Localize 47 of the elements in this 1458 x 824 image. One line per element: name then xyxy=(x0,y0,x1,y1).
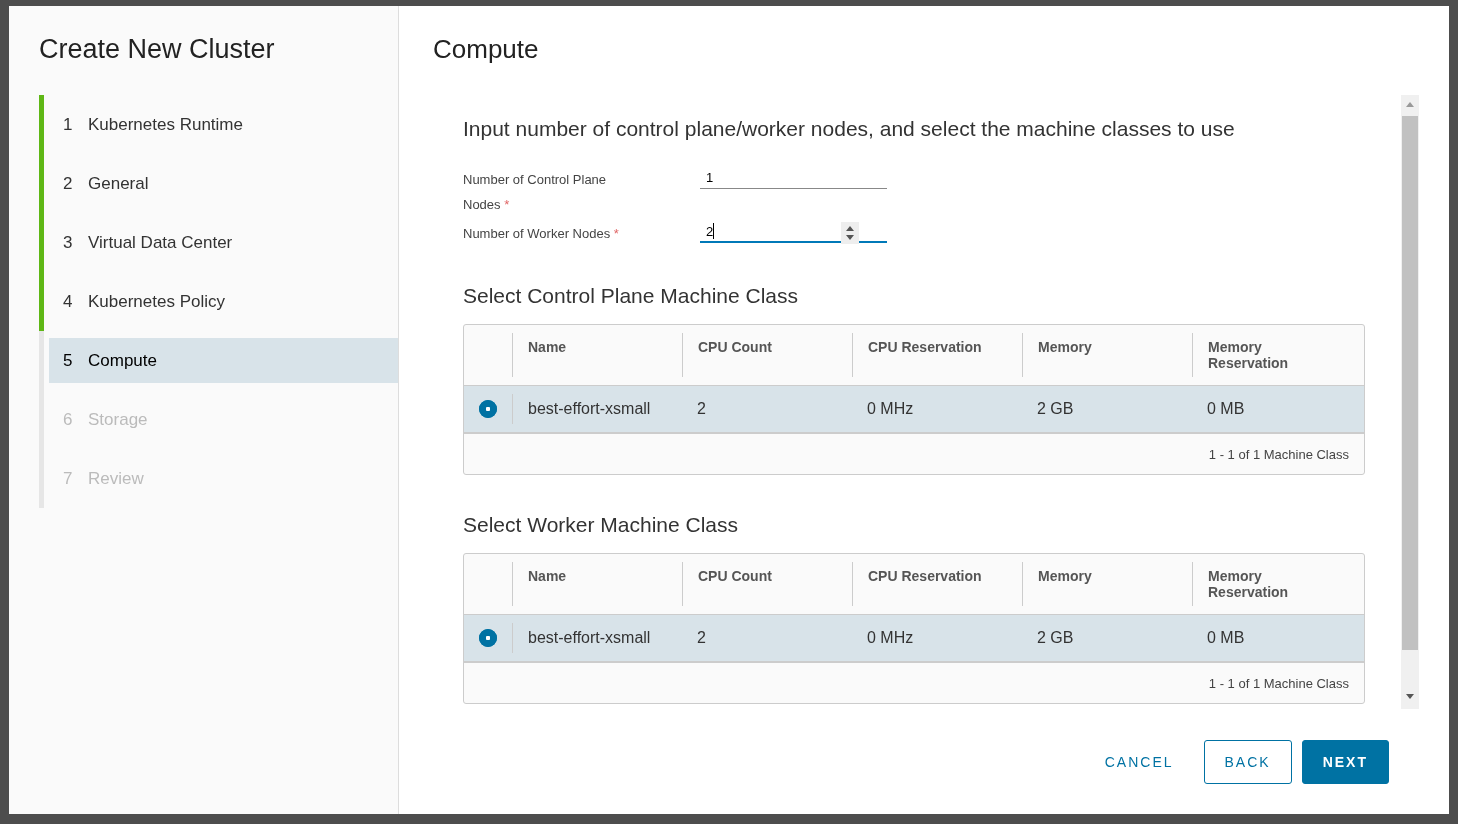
column-header[interactable]: Memory xyxy=(1022,333,1192,377)
wizard-step: 7 Review xyxy=(49,456,398,501)
table-cell-text: 0 MHz xyxy=(866,399,915,419)
scrollbar-drawing[interactable] xyxy=(1401,95,1419,709)
dialog-button[interactable]: BACK xyxy=(1203,739,1292,784)
wizard-step: 6 Storage xyxy=(49,397,398,442)
table-row[interactable]: best-effort-xsmall 2 0 MHz 2 GB 0 MB xyxy=(464,615,1364,663)
pagination-text: 1 - 1 of 1 Machine Class xyxy=(1208,675,1349,691)
table-cell: best-effort-xsmall xyxy=(512,623,682,653)
radio-button[interactable] xyxy=(479,629,497,647)
number-input-field[interactable]: 1 xyxy=(700,167,887,189)
spinner-arrows-icon[interactable] xyxy=(841,222,859,244)
table-cell-text: 2 GB xyxy=(1036,399,1075,419)
page-title: Compute xyxy=(433,34,540,66)
column-header[interactable]: Memory xyxy=(1022,562,1192,606)
intro-text: Input number of control plane/worker nodes, and select the machine classes to use xyxy=(463,117,1236,141)
table-row[interactable]: best-effort-xsmall 2 0 MHz 2 GB 0 MB xyxy=(464,386,1364,434)
column-header[interactable]: Name xyxy=(512,562,682,606)
column-header[interactable]: Memory Reservation xyxy=(1192,333,1362,377)
table-cell-text: 2 GB xyxy=(1036,628,1075,648)
table-cell: best-effort-xsmall xyxy=(512,394,682,424)
dialog-button[interactable]: CANCEL xyxy=(1084,739,1194,784)
wizard-step[interactable]: 3 Virtual Data Center xyxy=(49,220,398,265)
table-cell-text: 0 MHz xyxy=(866,628,915,648)
wizard-step[interactable]: 4 Kubernetes Policy xyxy=(49,279,398,324)
column-header[interactable]: CPU Reservation xyxy=(852,333,1022,377)
column-header[interactable]: CPU Reservation xyxy=(852,562,1022,606)
wizard-step[interactable]: 5 Compute xyxy=(49,338,398,383)
dialog-button[interactable]: NEXT xyxy=(1301,739,1389,784)
wizard-step[interactable]: 1 Kubernetes Runtime xyxy=(49,102,398,147)
table-cell-text: 0 MB xyxy=(1206,628,1246,648)
table-cell-text: 0 MB xyxy=(1206,399,1246,419)
column-header[interactable]: Name xyxy=(512,333,682,377)
radio-button[interactable] xyxy=(479,400,497,418)
table-cell-text: 2 xyxy=(696,628,707,648)
field-label: Number of Control Plane Nodes * xyxy=(463,171,608,214)
wizard-step[interactable]: 2 General xyxy=(49,161,398,206)
table-cell-text: 2 xyxy=(696,399,707,419)
number-input-field[interactable]: 2 xyxy=(700,221,887,243)
section-title: Select Worker Machine Class xyxy=(463,513,740,537)
section-title: Select Control Plane Machine Class xyxy=(463,284,799,308)
pagination-text: 1 - 1 of 1 Machine Class xyxy=(1208,446,1349,462)
column-header[interactable]: Memory Reservation xyxy=(1192,562,1362,606)
column-header[interactable]: CPU Count xyxy=(682,333,852,377)
column-header[interactable]: CPU Count xyxy=(682,562,852,606)
wizard-title: Create New Cluster xyxy=(39,34,276,65)
field-label: Number of Worker Nodes * xyxy=(463,225,620,243)
